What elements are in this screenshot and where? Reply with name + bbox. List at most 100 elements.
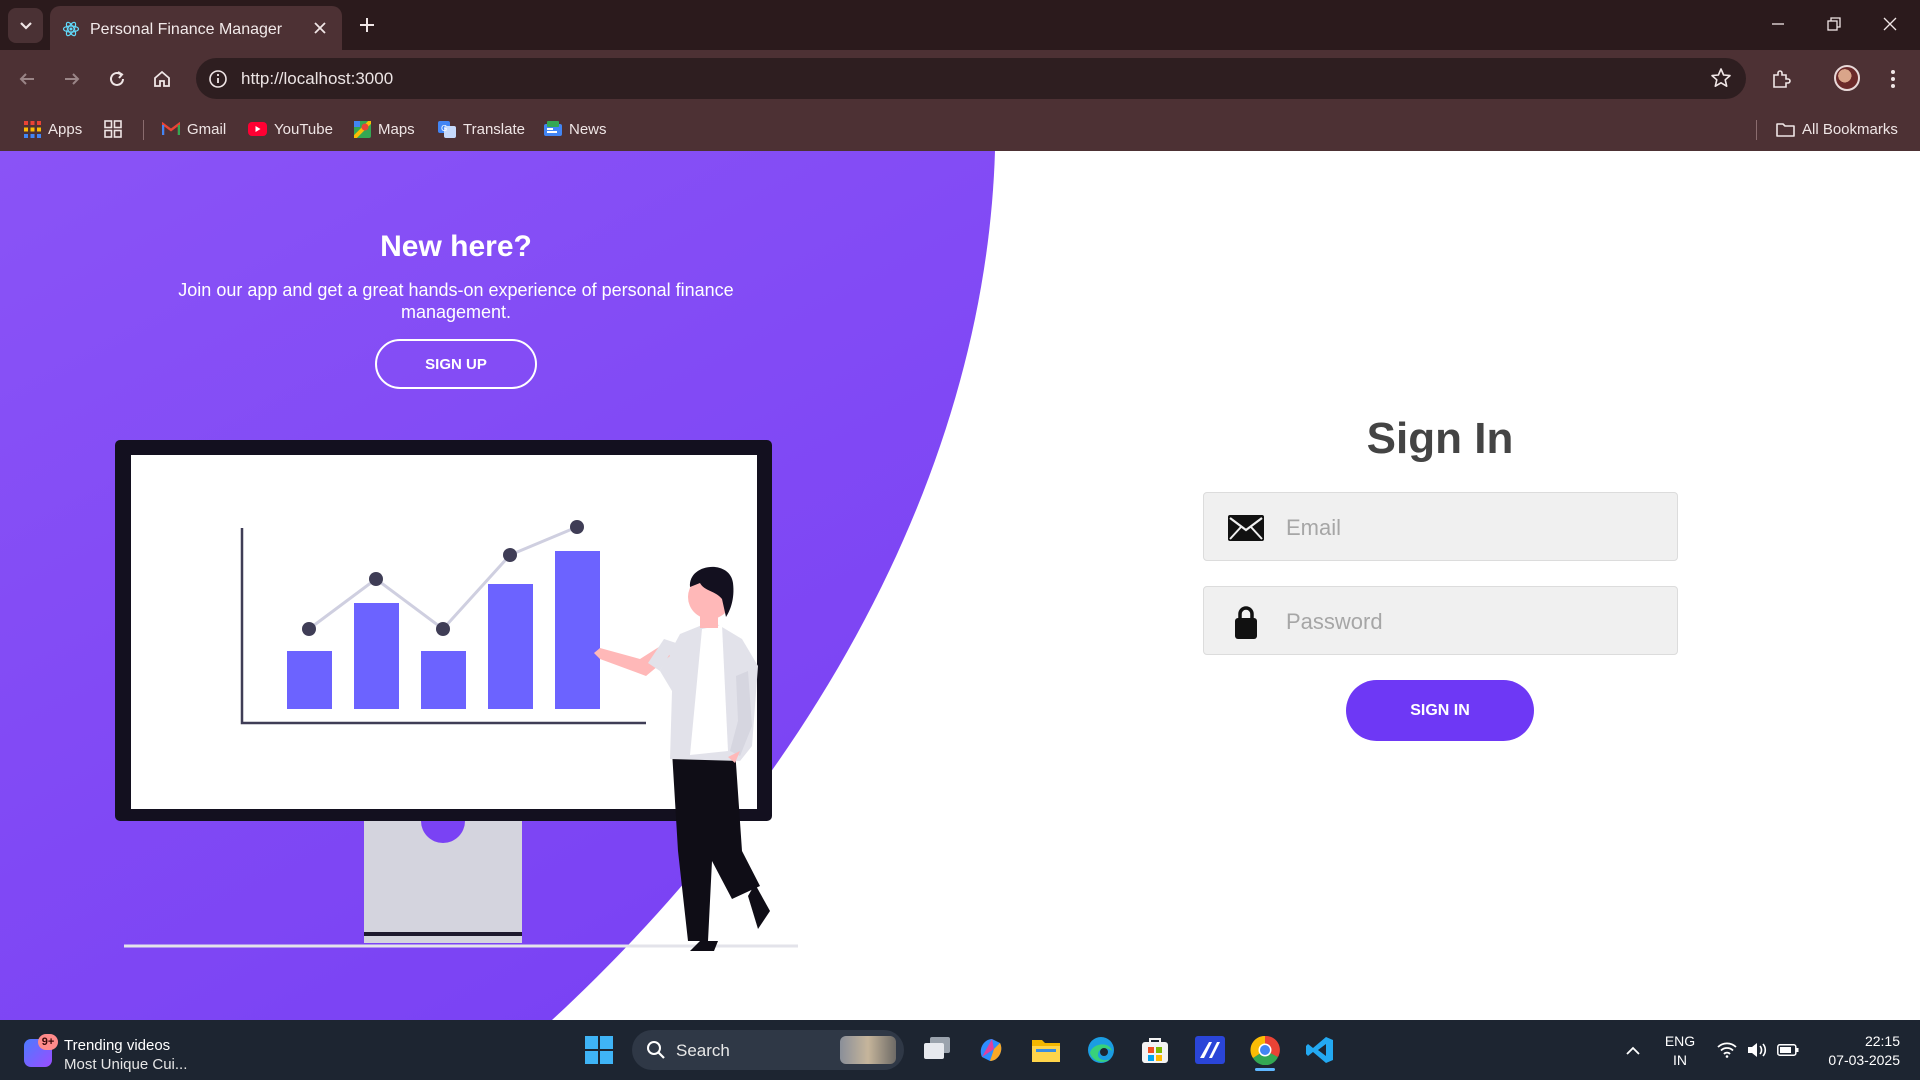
svg-text:G: G: [441, 124, 447, 133]
close-icon: [314, 22, 326, 34]
system-tray-status[interactable]: [1716, 1020, 1800, 1080]
profile-avatar[interactable]: [1834, 65, 1860, 91]
sign-in-button[interactable]: SIGN IN: [1346, 680, 1534, 741]
home-button[interactable]: [145, 62, 179, 96]
folder-icon: [1776, 122, 1795, 137]
home-icon: [154, 70, 170, 87]
arrow-left-icon: [19, 73, 34, 85]
info-icon: [209, 70, 227, 88]
translate-icon: G: [438, 120, 456, 138]
task-view-button[interactable]: [917, 1030, 957, 1070]
chevron-up-icon: [1626, 1046, 1640, 1055]
email-field[interactable]: [1203, 492, 1678, 561]
bookmark-gmail[interactable]: Gmail: [162, 118, 226, 140]
widgets-button[interactable]: 9+ Trending videos Most Unique Cui...: [24, 1029, 204, 1073]
chrome-button[interactable]: [1245, 1030, 1285, 1071]
clock-date: 07-03-2025: [1828, 1052, 1900, 1068]
bookmark-maps[interactable]: Maps: [354, 118, 415, 140]
restore-button[interactable]: [1806, 0, 1862, 48]
app-icon: [1195, 1036, 1225, 1064]
apps-grid-icon: [24, 120, 41, 138]
vscode-button[interactable]: [1300, 1030, 1340, 1070]
search-highlight-image: [840, 1036, 896, 1064]
language-indicator[interactable]: ENG IN: [1660, 1032, 1700, 1070]
copilot-icon: [980, 1039, 1002, 1061]
bookmark-translate[interactable]: G Translate: [438, 118, 525, 140]
edge-icon: [1088, 1037, 1114, 1063]
password-input[interactable]: [1284, 605, 1654, 639]
chevron-down-icon: [19, 21, 32, 30]
bookmark-label: YouTube: [274, 120, 333, 138]
new-tab-button[interactable]: [352, 10, 382, 40]
tab-strip: Personal Finance Manager: [0, 0, 1920, 50]
all-bookmarks-button[interactable]: All Bookmarks: [1776, 118, 1898, 140]
region-code: IN: [1673, 1052, 1687, 1068]
password-field[interactable]: [1203, 586, 1678, 655]
bookmark-label: Maps: [378, 120, 415, 138]
active-tab[interactable]: Personal Finance Manager: [50, 6, 342, 50]
tab-close-button[interactable]: [308, 16, 332, 40]
edge-button[interactable]: [1081, 1030, 1121, 1070]
bookmark-label: Gmail: [187, 120, 227, 138]
volume-icon: [1748, 1043, 1767, 1057]
widget-subline: Most Unique Cui...: [64, 1056, 188, 1073]
battery-icon: [1777, 1044, 1799, 1056]
bookmark-apps[interactable]: Apps: [24, 118, 82, 140]
bookmark-youtube[interactable]: YouTube: [248, 118, 333, 140]
youtube-icon: [248, 122, 267, 136]
widget-headline: Trending videos: [64, 1037, 171, 1054]
language-code: ENG: [1664, 1033, 1696, 1049]
bookmarks-divider: [1756, 120, 1757, 140]
reload-button[interactable]: [100, 62, 134, 96]
active-app-indicator: [1255, 1068, 1275, 1071]
extensions-button[interactable]: [1764, 62, 1798, 96]
all-bookmarks-label: All Bookmarks: [1802, 120, 1898, 138]
close-window-button[interactable]: [1862, 0, 1918, 48]
bookmarks-divider: [143, 120, 144, 140]
taskbar-search[interactable]: Search: [632, 1030, 904, 1070]
browser-toolbar: http://localhost:3000: [0, 50, 1920, 107]
arrow-right-icon: [65, 73, 80, 85]
windows-logo-icon: [585, 1036, 613, 1064]
email-input[interactable]: [1284, 511, 1654, 545]
notification-badge: 9+: [38, 1034, 58, 1050]
task-view-icon: [924, 1037, 950, 1059]
vscode-icon: [1306, 1037, 1333, 1063]
minimize-icon: [1772, 23, 1784, 25]
store-button[interactable]: [1135, 1030, 1175, 1070]
bookmark-label: Translate: [463, 120, 525, 138]
page-content: New here? Join our app and get a great h…: [0, 151, 1920, 1020]
plus-icon: [360, 18, 374, 32]
file-explorer-button[interactable]: [1026, 1030, 1066, 1070]
back-button[interactable]: [10, 62, 44, 96]
tab-search-button[interactable]: [8, 8, 43, 43]
kebab-menu-icon: [1891, 70, 1895, 88]
minimize-button[interactable]: [1750, 0, 1806, 48]
show-hidden-icons-button[interactable]: [1618, 1020, 1648, 1080]
site-info-button[interactable]: [204, 65, 232, 93]
presentation-illustration: [115, 440, 798, 951]
clock[interactable]: 22:15 07-03-2025: [1808, 1032, 1900, 1070]
restore-icon: [1827, 17, 1841, 31]
news-icon: [544, 121, 562, 136]
search-icon: [647, 1041, 665, 1059]
store-icon: [1142, 1038, 1168, 1063]
start-button[interactable]: [579, 1030, 619, 1070]
bookmark-star-icon[interactable]: [1710, 67, 1732, 89]
menu-button[interactable]: [1876, 62, 1910, 96]
wifi-icon: [1717, 1042, 1737, 1058]
copilot-button[interactable]: [971, 1030, 1011, 1070]
forward-button[interactable]: [55, 62, 89, 96]
react-icon: [62, 21, 80, 37]
tab-groups-button[interactable]: [104, 118, 122, 140]
chrome-icon: [1250, 1035, 1280, 1065]
close-icon: [1883, 17, 1897, 31]
bookmark-news[interactable]: News: [544, 118, 607, 140]
url-text[interactable]: http://localhost:3000: [241, 69, 393, 89]
address-bar[interactable]: http://localhost:3000: [196, 58, 1746, 99]
app-button[interactable]: [1190, 1030, 1230, 1070]
tab-title: Personal Finance Manager: [90, 21, 283, 38]
reload-icon: [110, 71, 124, 86]
grid-icon: [104, 120, 122, 138]
folder-icon: [1032, 1040, 1060, 1062]
